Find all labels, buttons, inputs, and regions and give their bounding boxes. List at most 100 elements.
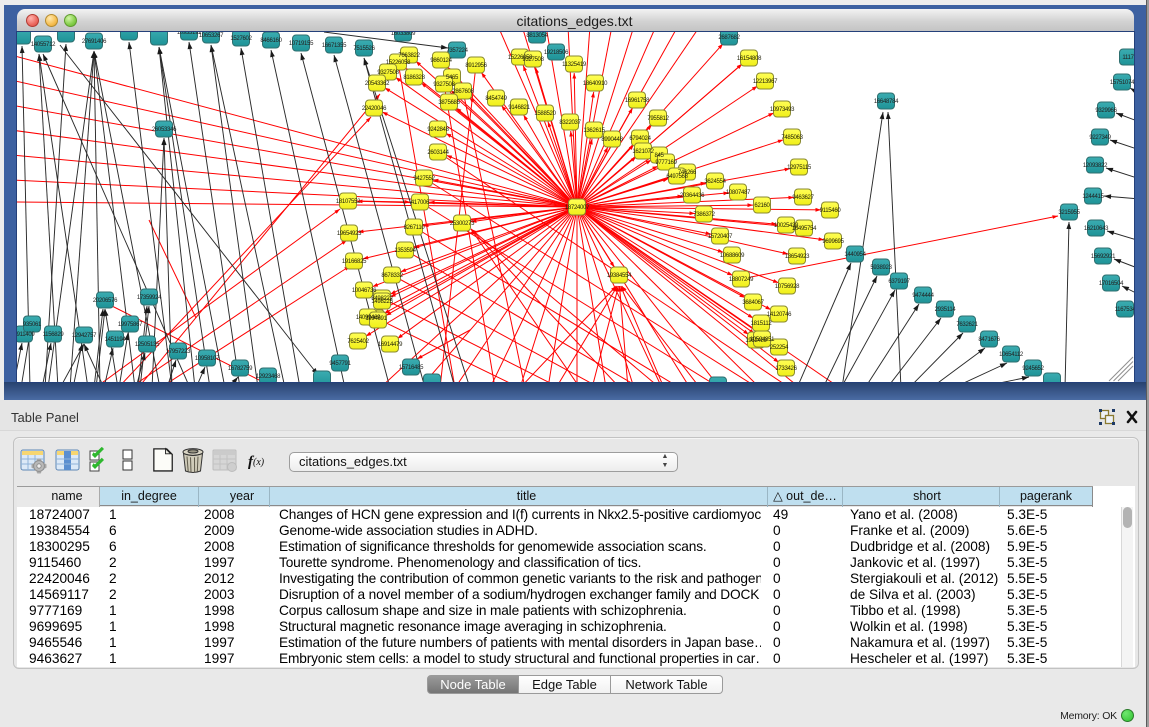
svg-text:8990448: 8990448 [601, 137, 623, 143]
svg-text:13654923: 13654923 [785, 254, 810, 260]
svg-text:14099469: 14099469 [356, 315, 381, 321]
svg-text:10973493: 10973493 [770, 107, 795, 113]
svg-text:12093822: 12093822 [1083, 163, 1108, 169]
svg-text:3875685: 3875685 [438, 100, 460, 106]
svg-text:7632621: 7632621 [956, 322, 978, 328]
svg-text:9860124: 9860124 [430, 58, 452, 64]
svg-text:18107552: 18107552 [336, 199, 361, 205]
svg-text:9329966: 9329966 [1095, 108, 1117, 114]
svg-text:2603144: 2603144 [427, 150, 449, 156]
svg-text:7625402: 7625402 [347, 339, 369, 345]
svg-text:20364436: 20364436 [680, 193, 705, 199]
svg-text:19166825: 19166825 [342, 259, 367, 265]
svg-text:7386372: 7386372 [693, 212, 715, 218]
svg-text:9242848: 9242848 [427, 127, 449, 133]
svg-text:1244415: 1244415 [1082, 194, 1104, 200]
svg-text:22420046: 22420046 [362, 106, 387, 112]
svg-text:1498225: 1498225 [371, 299, 393, 305]
svg-text:9146821: 9146821 [508, 105, 530, 111]
svg-text:8322037: 8322037 [559, 120, 581, 126]
svg-text:9327508: 9327508 [522, 57, 544, 63]
svg-text:16495754: 16495754 [792, 226, 817, 232]
svg-text:18640910: 18640910 [583, 81, 608, 87]
svg-text:9327508: 9327508 [377, 70, 399, 76]
svg-text:10958107: 10958107 [195, 356, 220, 362]
svg-text:12942757: 12942757 [72, 333, 97, 339]
svg-text:7955812: 7955812 [647, 116, 669, 122]
svg-text:19654923: 19654923 [337, 231, 362, 237]
svg-text:16648784: 16648784 [874, 99, 899, 105]
svg-text:8471676: 8471676 [978, 337, 1000, 343]
svg-text:9474444: 9474444 [912, 293, 934, 299]
svg-text:3624554: 3624554 [704, 179, 726, 185]
svg-text:6794024: 6794024 [629, 136, 651, 142]
svg-text:12923468: 12923468 [256, 374, 281, 380]
svg-text:10756928: 10756928 [775, 284, 800, 290]
svg-text:8912956: 8912956 [465, 63, 487, 69]
svg-text:14120746: 14120746 [767, 312, 792, 318]
svg-text:7515526: 7515526 [353, 46, 375, 52]
svg-text:19384554: 19384554 [607, 273, 632, 279]
svg-text:2687682: 2687682 [718, 35, 740, 41]
svg-text:14055712: 14055712 [31, 42, 56, 48]
svg-text:(x): (x) [253, 457, 265, 468]
svg-text:8678332: 8678332 [381, 273, 403, 279]
svg-text:845: 845 [654, 153, 664, 159]
svg-text:12213967: 12213967 [753, 79, 778, 85]
svg-text:9245652: 9245652 [1022, 366, 1044, 372]
svg-text:10688609: 10688609 [720, 253, 745, 259]
svg-text:7663822: 7663822 [398, 53, 420, 59]
svg-text:1440954: 1440954 [844, 252, 866, 258]
svg-text:12975115: 12975115 [787, 165, 812, 171]
svg-text:1527602: 1527602 [230, 36, 252, 42]
svg-text:26053346: 26053346 [152, 127, 177, 133]
svg-text:11325419: 11325419 [562, 62, 587, 68]
svg-text:5938923: 5938923 [870, 265, 892, 271]
svg-text:16961758: 16961758 [625, 98, 650, 104]
svg-text:935061: 935061 [23, 322, 42, 328]
svg-text:15226058: 15226058 [386, 60, 411, 66]
svg-text:9227349: 9227349 [1089, 135, 1111, 141]
svg-text:9457791: 9457791 [329, 361, 351, 367]
svg-text:2935114: 2935114 [935, 307, 957, 313]
svg-text:252254: 252254 [770, 345, 789, 351]
svg-text:1117: 1117 [1122, 55, 1134, 61]
svg-text:15716485: 15716485 [399, 365, 424, 371]
svg-text:15751074: 15751074 [1110, 80, 1134, 86]
svg-text:1156829: 1156829 [43, 332, 65, 338]
svg-text:19218506: 19218506 [544, 50, 569, 56]
svg-text:1362615: 1362615 [583, 128, 605, 134]
svg-text:5465: 5465 [446, 75, 459, 81]
svg-text:17957223: 17957223 [166, 349, 191, 355]
svg-text:20206576: 20206576 [93, 298, 118, 304]
svg-text:1815112: 1815112 [751, 321, 773, 327]
svg-text:10524851: 10524851 [750, 337, 775, 343]
svg-text:1621072: 1621072 [632, 149, 654, 155]
svg-text:16671355: 16671355 [322, 43, 347, 49]
svg-text:6497568: 6497568 [666, 174, 688, 180]
svg-text:1353594: 1353594 [394, 248, 416, 254]
svg-text:10653267: 10653267 [199, 33, 224, 39]
svg-text:18807249: 18807249 [729, 277, 754, 283]
svg-text:2867608: 2867608 [452, 89, 474, 95]
svg-text:8454749: 8454749 [485, 96, 507, 102]
svg-text:15692921: 15692921 [1091, 254, 1116, 260]
svg-text:9699695: 9699695 [822, 239, 844, 245]
svg-text:17359924: 17359924 [137, 295, 162, 301]
svg-text:10807487: 10807487 [726, 190, 751, 196]
svg-text:7357224: 7357224 [446, 48, 468, 54]
svg-text:9427552: 9427552 [413, 176, 435, 182]
svg-text:9463627: 9463627 [792, 195, 814, 201]
svg-text:15720407: 15720407 [708, 234, 733, 240]
svg-text:1733426: 1733426 [775, 366, 797, 372]
svg-text:3911409: 3911409 [17, 332, 35, 338]
svg-text:16210643: 16210643 [1084, 226, 1109, 232]
svg-text:16914479: 16914479 [378, 342, 403, 348]
svg-text:18724007: 18724007 [565, 205, 590, 211]
svg-text:25300273: 25300273 [450, 221, 475, 227]
svg-text:8813054: 8813054 [526, 33, 548, 39]
svg-text:10719155: 10719155 [289, 41, 314, 47]
svg-text:9777169: 9777169 [655, 160, 677, 166]
svg-text:16782759: 16782759 [228, 366, 253, 372]
svg-text:3684067: 3684067 [742, 300, 764, 306]
